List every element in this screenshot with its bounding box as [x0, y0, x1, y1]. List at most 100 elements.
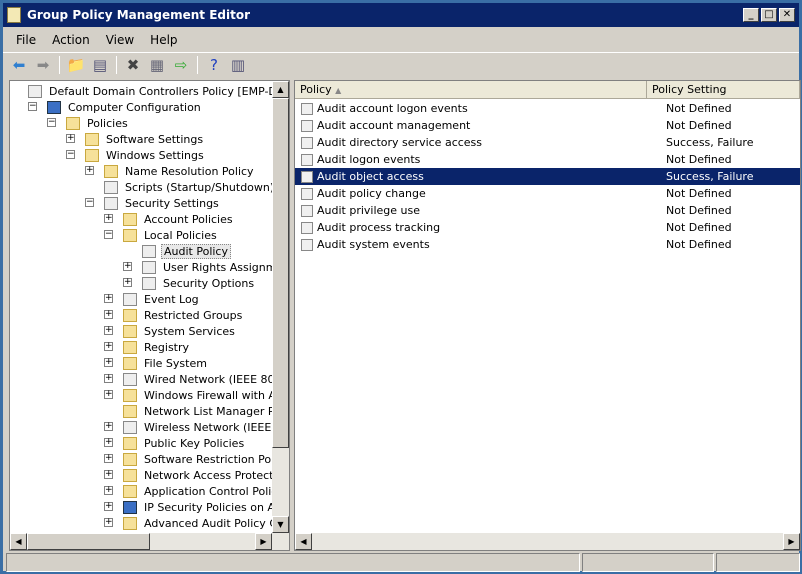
tree-item[interactable]: − Security Settings	[85, 195, 221, 211]
expand-icon[interactable]: +	[123, 278, 132, 287]
hscroll-thumb[interactable]	[27, 533, 150, 550]
expand-icon[interactable]: +	[104, 294, 113, 303]
scroll-left-button[interactable]: ◀	[295, 533, 312, 550]
forward-arrow-icon[interactable]: ➡	[33, 55, 53, 75]
policy-row[interactable]: Audit account management Not Defined	[295, 117, 800, 134]
tree-item[interactable]: + Public Key Policies	[104, 435, 246, 451]
expand-icon[interactable]: +	[104, 326, 113, 335]
up-folder-icon[interactable]: 📁	[66, 55, 86, 75]
tree-item[interactable]: + User Rights Assignment	[123, 259, 289, 275]
tree-item[interactable]: + IP Security Policies on Active D	[104, 499, 289, 515]
list-horizontal-scrollbar[interactable]: ◀ ▶	[295, 533, 800, 550]
policy-row[interactable]: Audit directory service access Success, F…	[295, 134, 800, 151]
tree-item[interactable]: Network List Manager Policies	[123, 403, 289, 419]
tree-item[interactable]: + Advanced Audit Policy Configu	[104, 515, 289, 531]
tree-item[interactable]: Scripts (Startup/Shutdown)	[104, 179, 276, 195]
delete-icon[interactable]: ✖	[123, 55, 143, 75]
scroll-up-button[interactable]: ▲	[272, 81, 289, 98]
tree-item[interactable]: + Software Settings	[66, 131, 205, 147]
collapse-icon[interactable]: −	[66, 150, 75, 159]
expand-icon[interactable]: +	[104, 374, 113, 383]
maximize-button[interactable]: □	[761, 8, 777, 22]
collapse-icon[interactable]: −	[85, 198, 94, 207]
tree-item[interactable]: + Software Restriction Policies	[104, 451, 289, 467]
expand-icon[interactable]: +	[104, 342, 113, 351]
expand-icon[interactable]: +	[104, 470, 113, 479]
tree-item[interactable]: Audit Policy	[142, 243, 231, 259]
tree-item[interactable]: − Computer Configuration	[28, 99, 203, 115]
status-panel	[716, 553, 800, 572]
show-hide-tree-icon[interactable]: ▤	[90, 55, 110, 75]
expand-icon[interactable]: +	[104, 438, 113, 447]
tree-item[interactable]: + Security Options	[123, 275, 256, 291]
back-arrow-icon[interactable]: ⬅	[9, 55, 29, 75]
scroll-right-button[interactable]: ▶	[783, 533, 800, 550]
tree-item-label: Account Policies	[144, 212, 233, 226]
policy-setting: Success, Failure	[666, 136, 754, 149]
expand-icon[interactable]: +	[85, 166, 94, 175]
tree-item[interactable]: − Windows Settings	[66, 147, 206, 163]
policy-row[interactable]: Audit account logon events Not Defined	[295, 100, 800, 117]
expand-icon[interactable]: +	[104, 214, 113, 223]
policy-row[interactable]: Audit system events Not Defined	[295, 236, 800, 253]
tree-item[interactable]: + Event Log	[104, 291, 201, 307]
collapse-icon[interactable]: −	[28, 102, 37, 111]
tree-item-label: Default Domain Controllers Policy [EMP-D…	[49, 84, 289, 98]
expand-icon[interactable]: +	[104, 502, 113, 511]
policy-row[interactable]: Audit object access Success, Failure	[295, 168, 800, 185]
audit-policy-icon	[301, 102, 313, 115]
expand-icon[interactable]: +	[104, 486, 113, 495]
properties-icon[interactable]: ▦	[147, 55, 167, 75]
menu-action[interactable]: Action	[45, 33, 99, 47]
tree-item[interactable]: + Application Control Policies	[104, 483, 290, 499]
expand-icon[interactable]: +	[104, 422, 113, 431]
expand-icon[interactable]: +	[104, 454, 113, 463]
tree-item[interactable]: Default Domain Controllers Policy [EMP-D…	[28, 83, 289, 99]
tree-item[interactable]: + Wired Network (IEEE 802.3) P	[104, 371, 289, 387]
policy-row[interactable]: Audit privilege use Not Defined	[295, 202, 800, 219]
scroll-left-button[interactable]: ◀	[10, 533, 27, 550]
action-pane-icon[interactable]: ▥	[228, 55, 248, 75]
minimize-button[interactable]: _	[743, 8, 759, 22]
policy-icon	[104, 180, 118, 194]
menu-view[interactable]: View	[99, 33, 143, 47]
expand-icon[interactable]: +	[66, 134, 75, 143]
tree-item[interactable]: + Restricted Groups	[104, 307, 244, 323]
tree-item[interactable]: + Name Resolution Policy	[85, 163, 256, 179]
column-header-policy-setting[interactable]: Policy Setting	[647, 81, 800, 99]
tree-item[interactable]: + Account Policies	[104, 211, 235, 227]
collapse-icon[interactable]: −	[47, 118, 56, 127]
tree-item-label: Application Control Policies	[144, 484, 290, 498]
expand-icon[interactable]: +	[104, 310, 113, 319]
collapse-icon[interactable]: −	[104, 230, 113, 239]
expand-icon[interactable]: +	[104, 358, 113, 367]
tree-vertical-scrollbar[interactable]: ▲ ▼	[272, 81, 289, 533]
tree-horizontal-scrollbar[interactable]: ◀ ▶	[10, 533, 289, 550]
policy-row[interactable]: Audit process tracking Not Defined	[295, 219, 800, 236]
menu-file[interactable]: File	[9, 33, 45, 47]
menu-help[interactable]: Help	[143, 33, 186, 47]
close-button[interactable]: ✕	[779, 8, 795, 22]
tree-item[interactable]: + Network Access Protection	[104, 467, 289, 483]
help-icon[interactable]: ?	[204, 55, 224, 75]
policy-name: Audit account logon events	[317, 102, 468, 115]
tree-item[interactable]: − Local Policies	[104, 227, 219, 243]
tree-item[interactable]: + System Services	[104, 323, 237, 339]
expand-icon[interactable]: +	[104, 518, 113, 527]
scroll-down-button[interactable]: ▼	[272, 516, 289, 533]
policy-row[interactable]: Audit logon events Not Defined	[295, 151, 800, 168]
tree-item[interactable]: − Policies	[47, 115, 130, 131]
export-list-icon[interactable]: ⇨	[171, 55, 191, 75]
scroll-thumb[interactable]	[272, 98, 289, 448]
folder-icon	[123, 356, 137, 370]
scroll-right-button[interactable]: ▶	[255, 533, 272, 550]
tree-item[interactable]: + File System	[104, 355, 209, 371]
tree-item[interactable]: + Registry	[104, 339, 191, 355]
policy-row[interactable]: Audit policy change Not Defined	[295, 185, 800, 202]
tree-item[interactable]: + Windows Firewall with Advanc	[104, 387, 289, 403]
column-header-policy[interactable]: Policy ▲	[295, 81, 647, 99]
expand-icon[interactable]: +	[104, 390, 113, 399]
tree-item[interactable]: + Wireless Network (IEEE 802.1	[104, 419, 289, 435]
folder-icon	[123, 340, 137, 354]
expand-icon[interactable]: +	[123, 262, 132, 271]
